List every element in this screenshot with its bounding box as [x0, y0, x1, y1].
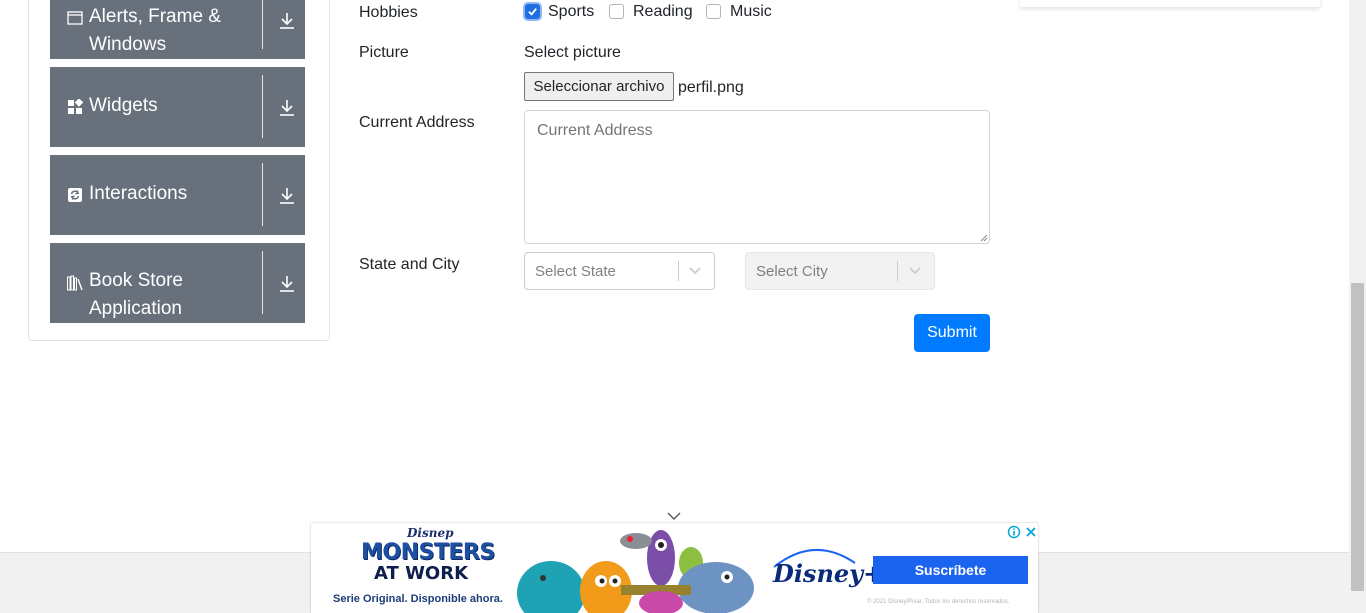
sidebar-group-interactions[interactable]: Interactions [50, 155, 305, 235]
current-address-label: Current Address [359, 114, 475, 131]
chevron-down-icon[interactable] [666, 511, 682, 521]
hobby-checkbox-sports[interactable]: Sports [524, 3, 594, 23]
sidebar-group-label: Alerts, Frame & [89, 6, 221, 27]
checkmark-icon [528, 8, 537, 16]
sidebar-group-book-store[interactable]: Book Store Application [50, 243, 305, 323]
city-placeholder: Select City [756, 263, 828, 280]
select-separator [678, 261, 679, 281]
sidebar-group-label-line2: Application [89, 298, 182, 319]
hobby-checkbox-reading[interactable]: Reading [609, 3, 693, 23]
group-divider [262, 75, 263, 138]
checkbox[interactable] [706, 4, 721, 19]
ad-brand-title: MONSTERS [361, 540, 495, 565]
checkbox[interactable] [609, 4, 624, 19]
submit-button[interactable]: Submit [914, 314, 990, 352]
right-column-card [1020, 0, 1320, 7]
sidebar-group-label: Book Store [89, 270, 183, 291]
current-address-input[interactable] [524, 110, 990, 244]
hobby-checkbox-music[interactable]: Music [706, 3, 772, 23]
group-divider [262, 251, 263, 314]
picture-label: Picture [359, 44, 409, 61]
books-icon [67, 275, 83, 291]
widgets-icon [68, 99, 83, 114]
state-city-label: State and City [359, 256, 460, 273]
checkbox-label[interactable]: Reading [633, 3, 693, 21]
window-icon [67, 11, 83, 25]
city-select[interactable]: Select City [745, 252, 935, 290]
ad-subscribe-button[interactable]: Suscríbete [873, 556, 1028, 584]
select-separator [897, 261, 898, 281]
checkbox-label[interactable]: Sports [548, 3, 594, 21]
scrollbar-thumb[interactable] [1351, 283, 1364, 591]
ad-legal-text: © 2021 Disney/Pixar. Todos los derechos … [867, 599, 1010, 605]
resize-grip-icon[interactable] [980, 234, 988, 242]
ad-choices-icon[interactable] [1007, 525, 1021, 539]
select-picture-text: Select picture [524, 44, 621, 61]
download-icon[interactable] [279, 12, 295, 30]
group-divider [262, 0, 263, 49]
sidebar-group-label: Widgets [89, 95, 158, 116]
hobbies-label: Hobbies [359, 4, 418, 21]
advertisement-banner[interactable]: Disnep MONSTERS AT WORK Serie Original. … [311, 523, 1038, 613]
download-icon[interactable] [279, 99, 295, 117]
ad-brand-small: Disnep [407, 526, 454, 540]
state-select[interactable]: Select State [524, 252, 715, 290]
ad-brand-subtitle: AT WORK [374, 563, 469, 584]
monsters-illustration [517, 530, 754, 613]
close-icon[interactable] [1024, 525, 1038, 539]
sidebar-group-alerts-frame-windows[interactable]: Alerts, Frame & Windows [50, 0, 305, 59]
download-icon[interactable] [279, 275, 295, 293]
ad-disney-plus: Disney+ [773, 559, 884, 588]
ad-tagline: Serie Original. Disponible ahora. [333, 593, 503, 605]
chevron-down-icon[interactable] [908, 265, 922, 277]
checkbox-label[interactable]: Music [730, 3, 772, 21]
chevron-down-icon[interactable] [688, 265, 702, 277]
sidebar-group-label: Interactions [89, 183, 188, 204]
interactions-icon [68, 188, 82, 202]
sidebar-group-widgets[interactable]: Widgets [50, 67, 305, 147]
sidebar-group-label-line2: Windows [89, 34, 167, 55]
download-icon[interactable] [279, 187, 295, 205]
selected-file-name: perfil.png [678, 79, 744, 96]
file-upload-button[interactable]: Seleccionar archivo [524, 72, 674, 101]
group-divider [262, 163, 263, 226]
state-placeholder: Select State [535, 263, 616, 280]
